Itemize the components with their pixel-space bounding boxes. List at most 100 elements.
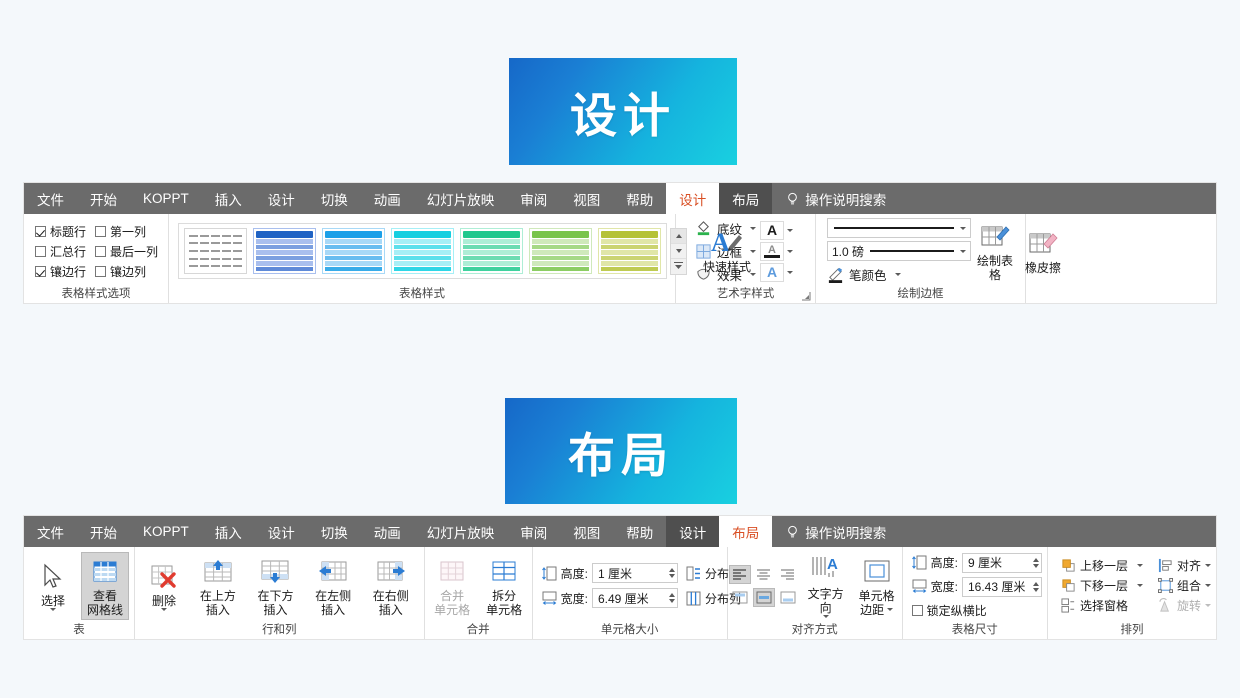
tab-label: 设计 [679,192,707,208]
tab-design[interactable]: 设计 [255,183,308,214]
insert-below-button[interactable]: 在下方插入 [248,553,304,619]
tab-table-design[interactable]: 设计 [666,516,720,547]
tell-me-search[interactable]: 操作说明搜索 [772,516,899,547]
tab-transitions[interactable]: 切换 [308,183,361,214]
cell-margins-button[interactable]: 单元格 边距 [853,553,901,619]
pen-color-button[interactable]: 笔颜色 [827,265,971,284]
tab-design[interactable]: 设计 [255,516,308,547]
tell-me-search[interactable]: 操作说明搜索 [772,183,899,214]
table-style-turquoise[interactable] [460,228,523,274]
pen-style-combo[interactable] [827,218,971,238]
insert-right-button[interactable]: 在右侧插入 [363,553,419,619]
table-height-value: 9 厘米 [967,556,1002,570]
delete-button[interactable]: 删除 [140,558,188,613]
align-right-button[interactable] [777,565,799,584]
view-gridlines-button[interactable]: 查看 网格线 [81,551,129,620]
table-height-spinner[interactable] [1027,557,1039,568]
split-cells-label-1: 拆分 [492,588,517,603]
cell-height-label: 高度: [560,566,588,581]
insert-above-button[interactable]: 在上方插入 [190,553,246,619]
merge-cells-button[interactable]: 合并 单元格 [428,553,476,619]
tab-file[interactable]: 文件 [24,516,77,547]
chevron-down-icon [787,228,793,232]
tab-home[interactable]: 开始 [77,183,130,214]
cell-width-input[interactable]: 6.49 厘米 [591,588,678,608]
checkbox-total-row[interactable]: 汇总行 [35,243,86,260]
send-backward-icon [1062,579,1075,592]
wordart-text-fill[interactable]: A [760,220,793,240]
tab-help[interactable]: 帮助 [613,183,666,214]
wordart-dialog-launcher[interactable] [801,291,811,301]
table-style-blue[interactable] [253,228,316,274]
tabbar-design: 文件 开始 KOPPT 插入 设计 切换 动画 幻灯片放映 审阅 视图 帮助 设… [24,183,1216,214]
tab-label: 文件 [37,525,64,541]
checkbox-header-row[interactable]: 标题行 [35,223,86,240]
wordart-text-outline[interactable]: A [760,241,793,261]
align-center-button[interactable] [753,565,775,584]
select-button[interactable]: 选择 [29,558,77,613]
cell-width-spinner[interactable] [663,593,675,603]
tab-file[interactable]: 文件 [24,183,77,214]
table-width-input[interactable]: 16.43 厘米 [961,576,1042,597]
tab-animations[interactable]: 动画 [361,183,414,214]
tab-table-layout[interactable]: 布局 [719,516,773,547]
selection-pane-button[interactable]: 选择窗格 [1061,597,1143,614]
tab-transitions[interactable]: 切换 [308,516,361,547]
align-top-button[interactable] [729,588,751,607]
tab-insert[interactable]: 插入 [202,516,255,547]
table-height-icon [911,555,927,570]
tab-table-layout[interactable]: 布局 [719,183,773,214]
table-styles-gallery[interactable] [178,223,667,279]
table-style-options-checkboxes: 标题行 第一列 汇总行 最后一列 镶边行 镶边列 [29,223,158,280]
align-objects-button[interactable]: 对齐 [1158,557,1211,574]
tab-slideshow[interactable]: 幻灯片放映 [414,516,508,547]
tab-view[interactable]: 视图 [560,516,613,547]
group-objects-button[interactable]: 组合 [1157,577,1211,594]
table-style-cyan[interactable] [391,228,454,274]
split-cells-button[interactable]: 拆分 单元格 [480,553,528,619]
table-height-input[interactable]: 9 厘米 [961,552,1042,573]
table-style-olive[interactable] [598,228,661,274]
svg-text:A: A [711,228,730,257]
pen-weight-combo[interactable]: 1.0 磅 [827,241,971,261]
checkbox-banded-columns[interactable]: 镶边列 [95,263,158,280]
wordart-quick-styles-button[interactable]: A 快速样式 [698,224,756,279]
chevron-down-icon [1205,584,1211,587]
tab-insert[interactable]: 插入 [202,183,255,214]
align-middle-button[interactable] [752,587,775,607]
arrange-buttons: 上移一层 下移一层 选择窗格 对齐 组合 旋转 [1056,557,1211,614]
cell-height-input[interactable]: 1 厘米 [591,563,678,583]
insert-above-label: 在上方插入 [199,588,236,617]
checkbox-banded-rows[interactable]: 镶边行 [35,263,86,280]
checkbox-first-column[interactable]: 第一列 [95,223,158,240]
tab-slideshow[interactable]: 幻灯片放映 [414,183,508,214]
tab-animations[interactable]: 动画 [361,516,414,547]
table-style-none[interactable] [184,228,247,274]
bring-forward-button[interactable]: 上移一层 [1061,557,1143,574]
checkbox-last-column[interactable]: 最后一列 [95,243,158,260]
cell-height-spinner[interactable] [663,568,675,578]
checkbox-box [911,604,923,616]
table-style-green[interactable] [529,228,592,274]
align-bottom-button[interactable] [777,588,799,607]
insert-left-button[interactable]: 在左侧插入 [305,553,361,619]
tell-me-label: 操作说明搜索 [805,192,887,208]
tab-koppt[interactable]: KOPPT [130,183,202,214]
send-backward-button[interactable]: 下移一层 [1061,577,1143,594]
tab-review[interactable]: 审阅 [507,516,560,547]
text-direction-button[interactable]: A 文字方向 [802,551,850,620]
rotate-objects-button[interactable]: 旋转 [1158,597,1211,614]
table-style-light-blue[interactable] [322,228,385,274]
tab-review[interactable]: 审阅 [507,183,560,214]
wordart-text-effects[interactable]: A [760,262,793,282]
tab-koppt[interactable]: KOPPT [130,516,202,547]
tab-home[interactable]: 开始 [77,516,130,547]
align-left-button[interactable] [728,564,751,584]
pen-weight-preview [870,250,954,252]
draw-table-button[interactable]: 绘制表格 [971,218,1019,284]
tab-table-design[interactable]: 设计 [666,183,720,214]
tab-help[interactable]: 帮助 [613,516,666,547]
lock-aspect-ratio-checkbox[interactable]: 锁定纵横比 [911,602,1042,619]
table-width-spinner[interactable] [1027,581,1039,592]
tab-view[interactable]: 视图 [560,183,613,214]
